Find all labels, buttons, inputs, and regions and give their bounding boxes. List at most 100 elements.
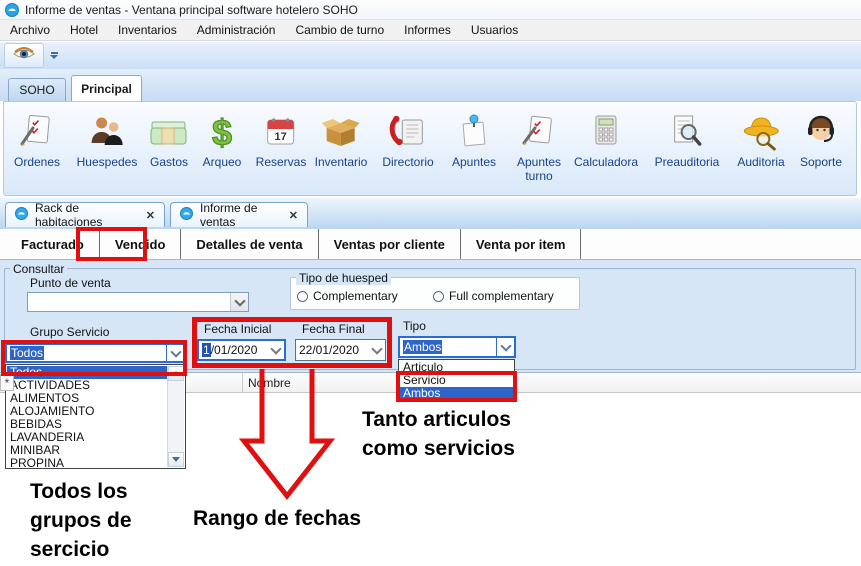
list-option-todos[interactable]: Todos bbox=[7, 366, 184, 379]
ribbon-item-preauditoria[interactable]: Preauditoria bbox=[655, 110, 719, 169]
menu-usuarios[interactable]: Usuarios bbox=[461, 21, 528, 39]
ribbon-item-gastos[interactable]: Gastos bbox=[147, 110, 191, 169]
scroll-down-arrow[interactable] bbox=[168, 452, 184, 467]
tipo-label: Tipo bbox=[403, 319, 426, 333]
eye-icon bbox=[12, 45, 36, 66]
radio-complementary[interactable]: Complementary bbox=[297, 289, 398, 303]
ribbon-panel: Ordenes Huespedes Gastos $ Arqueo 17 Res… bbox=[3, 101, 857, 196]
fecha-final-datepicker[interactable]: 22/01/2020 bbox=[295, 339, 386, 361]
dropdown-button[interactable] bbox=[368, 340, 385, 360]
tipo-combobox[interactable]: Ambos bbox=[398, 336, 516, 358]
list-option-servicio[interactable]: Servicio bbox=[400, 374, 513, 387]
menu-hotel[interactable]: Hotel bbox=[60, 21, 108, 39]
toolbar-options-dropdown[interactable] bbox=[50, 52, 58, 59]
report-tab-strip: Facturado Vendido Detalles de venta Vent… bbox=[0, 229, 861, 260]
scrollbar[interactable] bbox=[167, 366, 184, 467]
list-option-articulo[interactable]: Articulo bbox=[400, 361, 513, 374]
list-option-actividades[interactable]: ACTIVIDADES bbox=[7, 379, 184, 392]
ribbon-item-label: Reservas bbox=[255, 155, 307, 169]
tab-vendido[interactable]: Vendido bbox=[100, 229, 182, 259]
grid-column-nombre[interactable]: Nombre bbox=[242, 373, 291, 392]
tab-ventas-por-cliente[interactable]: Ventas por cliente bbox=[319, 229, 461, 259]
ribbon-item-label: Gastos bbox=[149, 155, 188, 169]
menu-cambio-de-turno[interactable]: Cambio de turno bbox=[285, 21, 394, 39]
ribbon-tab-principal[interactable]: Principal bbox=[71, 75, 142, 101]
ribbon-item-directorio[interactable]: Directorio bbox=[382, 110, 434, 169]
calendar-day-number: 17 bbox=[275, 131, 287, 143]
doc-tab-icon bbox=[180, 207, 193, 223]
ribbon-item-ordenes[interactable]: Ordenes bbox=[14, 110, 60, 169]
ribbon-item-apuntes[interactable]: Apuntes bbox=[452, 110, 496, 169]
support-agent-icon bbox=[800, 110, 842, 152]
close-icon[interactable]: ✕ bbox=[146, 209, 155, 222]
close-icon[interactable]: ✕ bbox=[289, 209, 298, 222]
ribbon-tab-strip: SOHO Principal bbox=[0, 69, 861, 101]
ribbon-item-label: Arqueo bbox=[202, 155, 242, 169]
grupo-servicio-label: Grupo Servicio bbox=[30, 325, 110, 339]
dropdown-button[interactable] bbox=[496, 338, 514, 356]
ribbon-item-reservas[interactable]: 17 Reservas bbox=[255, 110, 307, 169]
soho-hotel-app-window: Informe de ventas - Ventana principal so… bbox=[0, 0, 861, 566]
ribbon-item-apuntes-turno[interactable]: Apuntes turno bbox=[508, 110, 570, 183]
menu-administracion[interactable]: Administración bbox=[187, 21, 286, 39]
list-option-alimentos[interactable]: ALIMENTOS bbox=[7, 392, 184, 405]
chevron-bar bbox=[50, 52, 58, 54]
ribbon-item-auditoria[interactable]: Auditoria bbox=[737, 110, 785, 169]
ribbon-item-label: Auditoria bbox=[737, 155, 785, 169]
menu-informes[interactable]: Informes bbox=[394, 21, 461, 39]
ribbon-item-label: Apuntes turno bbox=[516, 155, 562, 183]
ribbon-item-label: Soporte bbox=[799, 155, 843, 169]
ribbon-item-label: Inventario bbox=[314, 155, 368, 169]
document-tab-strip: Rack de habitaciones ✕ Informe de ventas… bbox=[0, 198, 861, 230]
ribbon-item-huespedes[interactable]: Huespedes bbox=[76, 110, 138, 169]
punto-de-venta-combobox[interactable] bbox=[27, 292, 249, 312]
filter-panel: Consultar Punto de venta Tipo de huesped… bbox=[0, 260, 861, 372]
tab-facturado[interactable]: Facturado bbox=[6, 229, 100, 259]
list-option-ambos[interactable]: Ambos bbox=[400, 387, 513, 400]
chevron-down-icon bbox=[499, 339, 512, 352]
radio-label[interactable]: Complementary bbox=[313, 289, 398, 303]
triangle-up-icon bbox=[172, 371, 180, 376]
guests-people-icon bbox=[77, 110, 138, 152]
tab-detalles-de-venta[interactable]: Detalles de venta bbox=[181, 229, 319, 259]
list-option-propina[interactable]: PROPINA bbox=[7, 457, 184, 470]
grupo-servicio-dropdown-list: Todos ACTIVIDADES ALIMENTOS ALOJAMIENTO … bbox=[5, 364, 186, 470]
list-option-alojamiento[interactable]: ALOJAMIENTO bbox=[7, 405, 184, 418]
ribbon-item-inventario[interactable]: Inventario bbox=[314, 110, 368, 169]
ribbon-item-label: Huespedes bbox=[76, 155, 138, 169]
orders-note-icon bbox=[14, 110, 60, 152]
radio-full-complementary[interactable]: Full complementary bbox=[433, 289, 554, 303]
ribbon-item-label: Apuntes bbox=[451, 155, 497, 169]
ribbon-tab-soho[interactable]: SOHO bbox=[8, 78, 66, 101]
ribbon-item-arqueo[interactable]: $ Arqueo bbox=[202, 110, 242, 169]
fecha-inicial-datepicker[interactable]: 1/01/2020 bbox=[197, 339, 286, 361]
menu-inventarios[interactable]: Inventarios bbox=[108, 21, 187, 39]
fecha-inicial-rest: /01/2020 bbox=[210, 343, 258, 357]
dropdown-button[interactable] bbox=[267, 341, 284, 359]
app-icon bbox=[5, 2, 19, 17]
list-option-bebidas[interactable]: BEBIDAS bbox=[7, 418, 184, 431]
scroll-up-arrow[interactable] bbox=[168, 366, 184, 381]
doc-tab-informe-ventas[interactable]: Informe de ventas ✕ bbox=[170, 201, 308, 229]
dropdown-button[interactable] bbox=[230, 293, 248, 311]
eye-view-button[interactable] bbox=[4, 43, 44, 68]
calculator-icon bbox=[574, 110, 638, 152]
quick-access-toolbar bbox=[0, 42, 861, 69]
ribbon-item-calculadora[interactable]: Calculadora bbox=[574, 110, 638, 169]
radio-circle-icon[interactable] bbox=[433, 290, 444, 302]
ribbon-item-label: Directorio bbox=[382, 155, 434, 169]
ribbon-item-soporte[interactable]: Soporte bbox=[800, 110, 842, 169]
tab-venta-por-item[interactable]: Venta por item bbox=[461, 229, 582, 259]
pinned-note-icon bbox=[452, 110, 496, 152]
dropdown-button[interactable] bbox=[166, 345, 184, 361]
list-option-minibar[interactable]: MINIBAR bbox=[7, 444, 184, 457]
note-pencil-icon bbox=[508, 110, 570, 152]
doc-tab-rack-habitaciones[interactable]: Rack de habitaciones ✕ bbox=[5, 201, 165, 229]
list-option-lavanderia[interactable]: LAVANDERIA bbox=[7, 431, 184, 444]
hat-magnifier-icon bbox=[737, 110, 784, 152]
radio-circle-icon[interactable] bbox=[297, 290, 308, 302]
radio-label[interactable]: Full complementary bbox=[449, 289, 554, 303]
fecha-final-label: Fecha Final bbox=[302, 322, 365, 336]
menu-archivo[interactable]: Archivo bbox=[0, 21, 60, 39]
grupo-servicio-combobox[interactable]: Todos bbox=[5, 343, 186, 363]
